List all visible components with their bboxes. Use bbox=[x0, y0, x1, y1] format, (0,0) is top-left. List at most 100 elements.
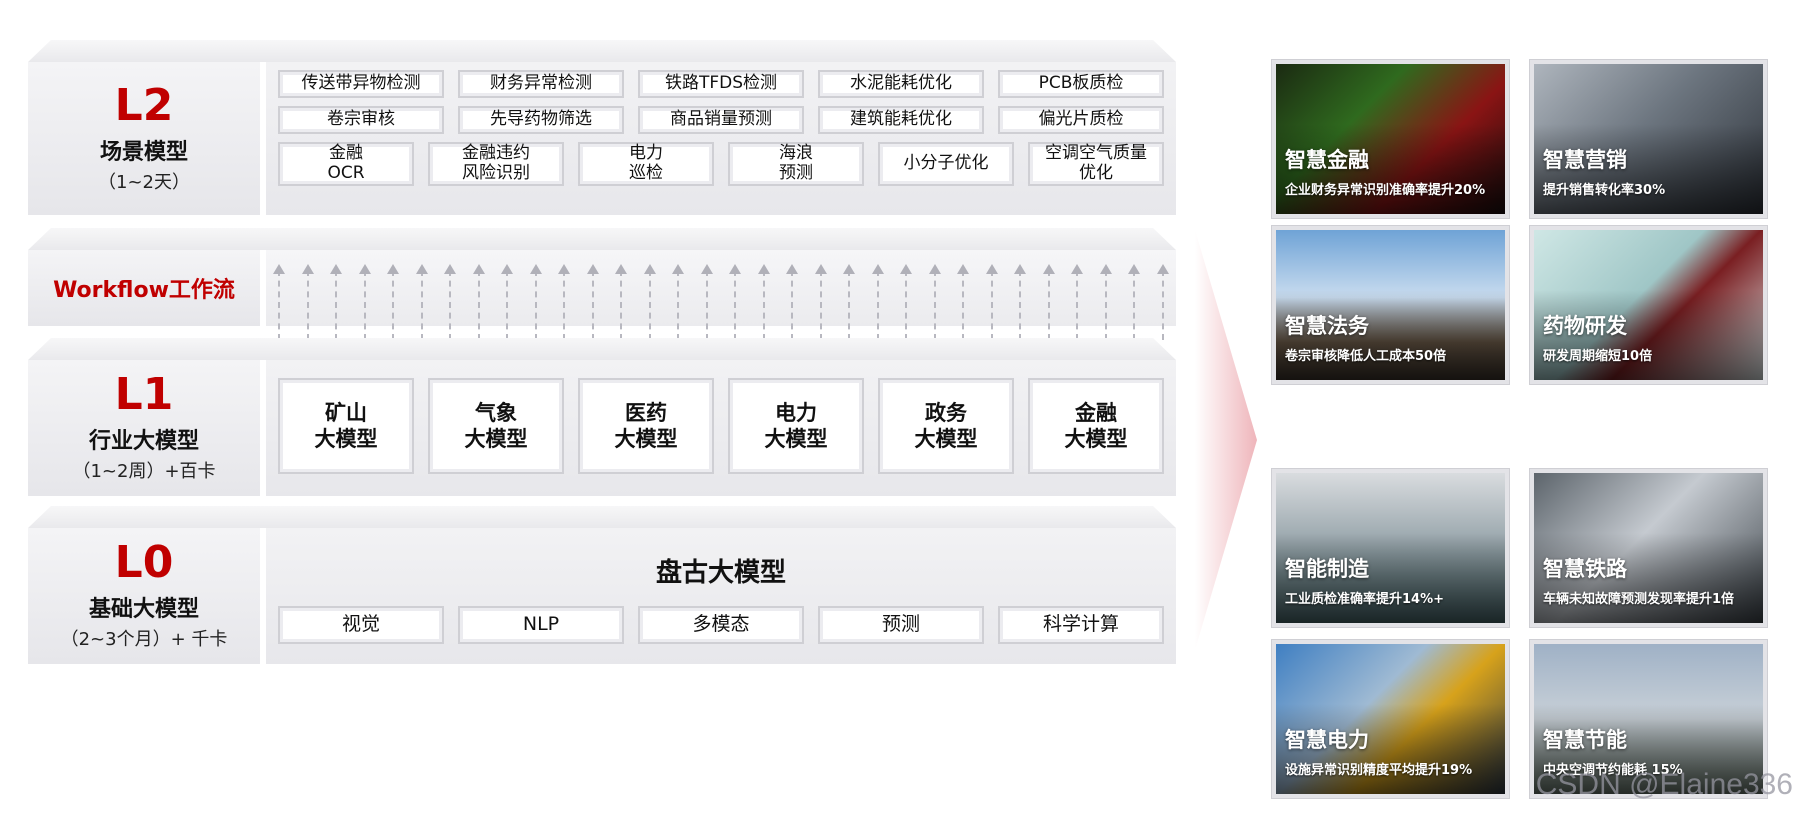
workflow-arrow bbox=[392, 270, 394, 340]
card-desc: 工业质检准确率提升14%+ bbox=[1285, 592, 1445, 607]
scenario-chip: 小分子优化 bbox=[878, 142, 1014, 186]
industry-model-chip: 气象 大模型 bbox=[428, 378, 564, 474]
arrow-up-icon bbox=[330, 264, 342, 274]
scenario-chip: 商品销量预测 bbox=[638, 106, 804, 134]
arrow-up-icon bbox=[700, 264, 713, 274]
base-module-chip: NLP bbox=[458, 606, 624, 644]
workflow-arrow bbox=[620, 270, 622, 340]
arrow-up-icon bbox=[1128, 264, 1140, 274]
scenario-chip: 建筑能耗优化 bbox=[818, 106, 984, 134]
scenario-card: 药物研发研发周期缩短10倍 bbox=[1529, 225, 1768, 385]
scenario-chip: 空调空气质量 优化 bbox=[1028, 142, 1164, 186]
arrow-up-icon bbox=[1071, 264, 1083, 274]
card-desc: 研发周期缩短10倍 bbox=[1543, 349, 1653, 364]
workflow-arrow bbox=[363, 270, 366, 340]
arrow-up-icon bbox=[1156, 264, 1169, 274]
card-title: 智慧铁路 bbox=[1543, 557, 1627, 581]
arrow-up-icon bbox=[871, 264, 884, 274]
workflow-arrow bbox=[278, 270, 280, 340]
arrow-up-icon bbox=[1014, 264, 1026, 274]
l2-duration: （1~2天） bbox=[98, 171, 190, 193]
arrow-up-icon bbox=[387, 264, 399, 274]
workflow-arrow bbox=[591, 270, 594, 340]
arrow-up-icon bbox=[301, 264, 314, 274]
arrow-up-icon bbox=[558, 264, 570, 274]
workflow-arrow bbox=[563, 270, 565, 340]
red-arrow-wedge bbox=[1195, 230, 1257, 650]
scenario-chip: PCB板质检 bbox=[998, 70, 1164, 98]
arrow-up-icon bbox=[273, 264, 285, 274]
workflow-arrow bbox=[848, 270, 850, 340]
arrow-up-icon bbox=[729, 264, 741, 274]
arrow-up-icon bbox=[900, 264, 912, 274]
arrow-up-icon bbox=[672, 264, 684, 274]
l0-name: 基础大模型 bbox=[88, 597, 199, 622]
workflow-arrow bbox=[306, 270, 309, 340]
workflow-arrow bbox=[1133, 270, 1135, 340]
scenario-chip: 偏光片质检 bbox=[998, 106, 1164, 134]
scenario-chip: 金融 OCR bbox=[278, 142, 414, 186]
workflow-arrow bbox=[1047, 270, 1050, 340]
workflow-label: Workflow工作流 bbox=[28, 250, 266, 326]
card-desc: 设施异常识别精度平均提升19% bbox=[1285, 763, 1473, 778]
workflow-arrow bbox=[449, 270, 451, 340]
base-module-chip: 多模态 bbox=[638, 606, 804, 644]
workflow-arrow bbox=[905, 270, 907, 340]
scenario-chip: 财务异常检测 bbox=[458, 70, 624, 98]
workflow-arrow bbox=[335, 270, 337, 340]
layer-l2: L2 场景模型 （1~2天） 传送带异物检测 财务异常检测 铁路TFDS检测 水泥能耗… bbox=[28, 40, 1176, 215]
layer-workflow: Workflow工作流 bbox=[28, 228, 1176, 340]
base-module-chip: 预测 bbox=[818, 606, 984, 644]
workflow-arrow bbox=[962, 270, 964, 340]
industry-model-chip: 矿山 大模型 bbox=[278, 378, 414, 474]
arrow-up-icon bbox=[586, 264, 599, 274]
workflow-arrow bbox=[420, 270, 423, 340]
workflow-arrows bbox=[266, 250, 1176, 340]
workflow-arrow bbox=[705, 270, 708, 340]
scenario-chip: 传送带异物检测 bbox=[278, 70, 444, 98]
workflow-arrow bbox=[876, 270, 879, 340]
arrow-up-icon bbox=[415, 264, 428, 274]
industry-model-chip: 电力 大模型 bbox=[728, 378, 864, 474]
workflow-arrow bbox=[762, 270, 765, 340]
arrow-up-icon bbox=[501, 264, 513, 274]
workflow-arrow bbox=[1019, 270, 1021, 340]
l1-level: L1 bbox=[114, 369, 174, 420]
workflow-arrow bbox=[933, 270, 936, 340]
workflow-title: Workflow工作流 bbox=[53, 278, 235, 303]
scenario-chip: 金融违约 风险识别 bbox=[428, 142, 564, 186]
scenario-card: 智慧法务 卷宗审核降低人工成本50倍 bbox=[1271, 225, 1510, 385]
card-title: 药物研发 bbox=[1543, 314, 1627, 338]
scenario-card: 智慧电力设施异常识别精度平均提升19% bbox=[1271, 639, 1510, 799]
card-title: 智慧营销 bbox=[1543, 148, 1627, 172]
watermark: CSDN @Elaine336 bbox=[1535, 768, 1793, 801]
l2-name: 场景模型 bbox=[99, 139, 188, 165]
l1-duration: （1~2周）+百卡 bbox=[72, 461, 216, 482]
l2-level: L2 bbox=[114, 79, 174, 131]
l1-industry-grid: 矿山 大模型 气象 大模型 医药 大模型 电力 大模型 政务 大模型 金融 大模型 bbox=[266, 360, 1176, 496]
l1-name: 行业大模型 bbox=[88, 429, 199, 454]
workflow-arrow bbox=[477, 270, 480, 340]
scenario-card: 智慧金融 企业财务异常识别准确率提升20% bbox=[1271, 59, 1510, 219]
card-title: 智能制造 bbox=[1285, 557, 1369, 581]
arrow-up-icon bbox=[786, 264, 798, 274]
arrow-up-icon bbox=[444, 264, 456, 274]
arrow-up-icon bbox=[957, 264, 969, 274]
l0-front: L0 基础大模型 （2~3个月）+ 千卡 盘古大模型 视觉 NLP 多模态 预测 科学计… bbox=[28, 528, 1176, 664]
workflow-arrow bbox=[534, 270, 537, 340]
scenario-chip: 卷宗审核 bbox=[278, 106, 444, 134]
l1-top-face bbox=[28, 338, 1176, 360]
scenario-card: 智慧营销 提升销售转化率30% bbox=[1529, 59, 1768, 219]
workflow-arrow bbox=[1076, 270, 1078, 340]
layer-l0: L0 基础大模型 （2~3个月）+ 千卡 盘古大模型 视觉 NLP 多模态 预测 科学计… bbox=[28, 506, 1176, 664]
workflow-arrow bbox=[819, 270, 822, 340]
l0-module-grid: 盘古大模型 视觉 NLP 多模态 预测 科学计算 bbox=[266, 528, 1176, 664]
l0-title: 盘古大模型 bbox=[655, 558, 786, 588]
arrow-up-icon bbox=[529, 264, 542, 274]
scenario-chip: 先导药物筛选 bbox=[458, 106, 624, 134]
card-desc: 企业财务异常识别准确率提升20% bbox=[1285, 183, 1486, 198]
arrow-up-icon bbox=[814, 264, 827, 274]
card-title: 智慧电力 bbox=[1285, 728, 1369, 752]
arrow-up-icon bbox=[472, 264, 485, 274]
card-title: 智慧法务 bbox=[1285, 314, 1369, 338]
